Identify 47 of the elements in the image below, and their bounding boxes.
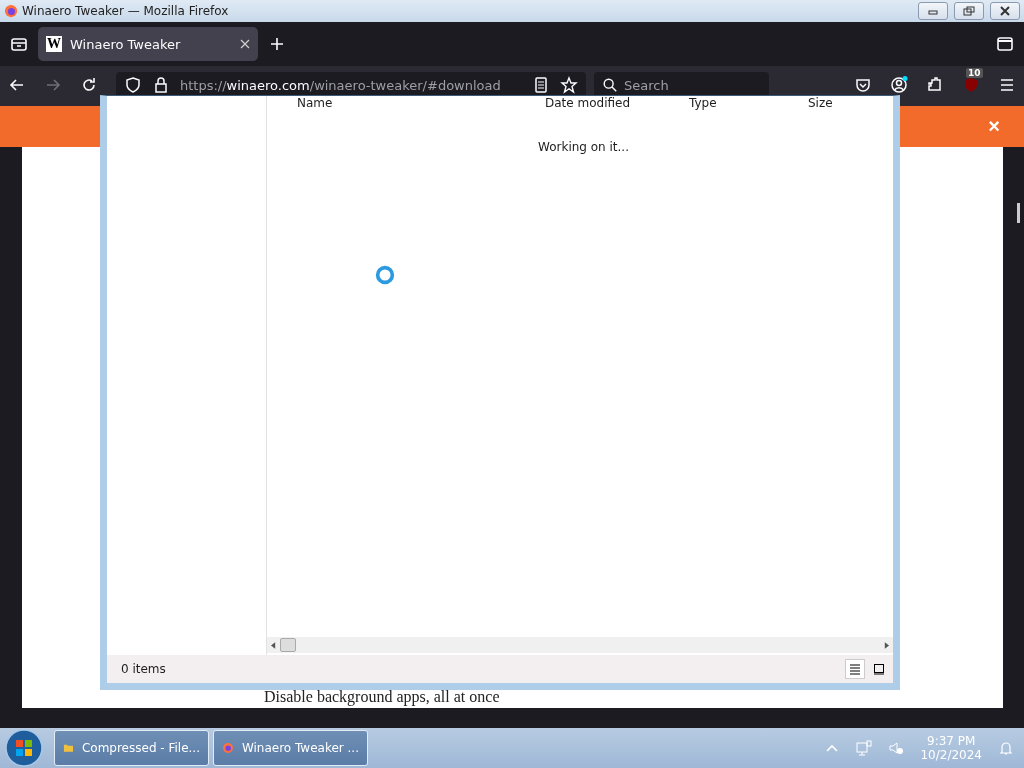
taskbar-button[interactable]: Winaero Tweaker ... bbox=[213, 730, 368, 766]
favicon: W bbox=[46, 36, 62, 52]
scrollbar-thumb[interactable] bbox=[1017, 203, 1020, 223]
clock-time: 9:37 PM bbox=[927, 734, 976, 748]
close-icon[interactable] bbox=[240, 39, 250, 49]
start-button[interactable] bbox=[4, 728, 44, 768]
window-icon[interactable] bbox=[996, 35, 1014, 53]
close-button[interactable] bbox=[990, 2, 1020, 20]
status-message: Working on it... bbox=[538, 140, 630, 154]
column-header[interactable]: Date modified bbox=[545, 96, 631, 110]
star-icon[interactable] bbox=[560, 76, 578, 94]
close-icon bbox=[999, 6, 1011, 16]
menu-icon[interactable] bbox=[998, 76, 1016, 94]
reload-icon[interactable] bbox=[80, 76, 98, 94]
browser-tab[interactable]: W Winaero Tweaker bbox=[38, 27, 258, 61]
puzzle-icon[interactable] bbox=[926, 76, 944, 94]
column-header[interactable]: Name bbox=[297, 96, 333, 110]
list-icon bbox=[849, 663, 861, 675]
tab-list-icon[interactable] bbox=[10, 35, 28, 53]
column-header[interactable]: Type bbox=[689, 96, 717, 110]
restore-button[interactable] bbox=[954, 2, 984, 20]
account-icon[interactable] bbox=[890, 76, 908, 94]
shield-icon bbox=[124, 76, 142, 94]
restore-icon bbox=[963, 6, 975, 16]
item-count: 0 items bbox=[121, 662, 166, 676]
search-icon bbox=[602, 77, 618, 93]
clock-date: 10/2/2024 bbox=[920, 748, 982, 762]
column-header[interactable]: Size bbox=[808, 96, 833, 110]
minimize-button[interactable] bbox=[918, 2, 948, 20]
scrollbar-thumb[interactable] bbox=[280, 638, 296, 652]
address-field[interactable]: https://winaero.com/winaero-tweaker/#download bbox=[116, 72, 586, 98]
loading-spinner-icon bbox=[374, 264, 396, 286]
page-heading: Disable background apps, all at once bbox=[264, 688, 500, 706]
url-text: https://winaero.com/winaero-tweaker/#download bbox=[180, 77, 501, 93]
plus-icon[interactable] bbox=[268, 35, 286, 53]
window-title: Winaero Tweaker — Mozilla Firefox bbox=[22, 4, 229, 18]
scroll-right-icon[interactable] bbox=[884, 641, 889, 649]
tab-title: Winaero Tweaker bbox=[70, 36, 182, 52]
tile-icon bbox=[873, 663, 885, 675]
taskbar-button[interactable]: Compressed - File... bbox=[54, 730, 209, 766]
details-view-button[interactable] bbox=[845, 659, 865, 679]
reader-view-icon[interactable] bbox=[532, 76, 550, 94]
scroll-left-icon[interactable] bbox=[271, 641, 276, 649]
search-field[interactable]: Search bbox=[594, 72, 769, 98]
count-badge: 10 bbox=[966, 68, 983, 78]
pocket-icon[interactable] bbox=[854, 76, 872, 94]
lock-icon bbox=[152, 76, 170, 94]
